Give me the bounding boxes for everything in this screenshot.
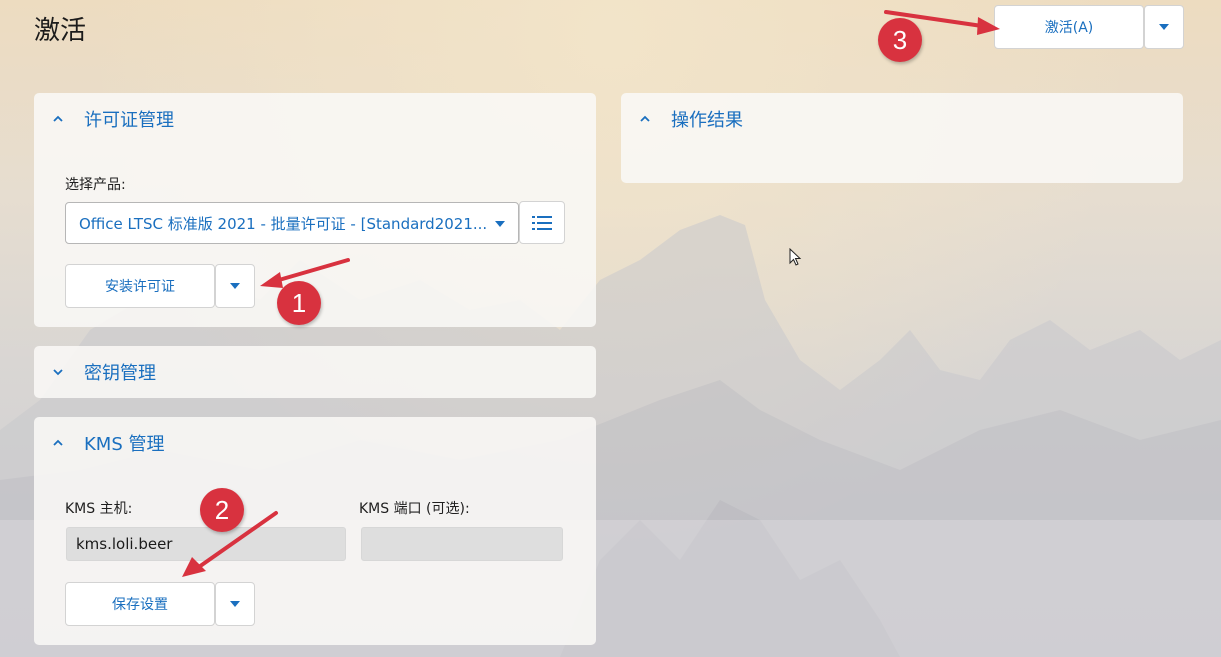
activate-button[interactable]: 激活(A) bbox=[994, 5, 1144, 49]
product-list-button[interactable] bbox=[519, 201, 565, 244]
kms-panel-title: KMS 管理 bbox=[84, 434, 165, 455]
install-license-button[interactable]: 安装许可证 bbox=[65, 264, 215, 308]
key-panel: 密钥管理 bbox=[34, 346, 596, 398]
license-panel-title: 许可证管理 bbox=[84, 110, 174, 131]
kms-host-value: kms.loli.beer bbox=[76, 535, 173, 553]
annotation-badge-2: 2 bbox=[200, 488, 244, 532]
list-icon bbox=[532, 215, 552, 230]
activate-dropdown-button[interactable] bbox=[1144, 5, 1184, 49]
chevron-down-icon bbox=[53, 369, 63, 376]
result-panel-header[interactable]: 操作结果 bbox=[621, 93, 1183, 145]
product-select-value: Office LTSC 标准版 2021 - 批量许可证 - [Standard… bbox=[79, 214, 488, 233]
annotation-badge-1: 1 bbox=[277, 281, 321, 325]
result-panel-title: 操作结果 bbox=[671, 110, 743, 131]
kms-port-label: KMS 端口 (可选): bbox=[359, 501, 470, 517]
kms-host-label: KMS 主机: bbox=[65, 501, 133, 517]
install-license-label: 安装许可证 bbox=[105, 279, 175, 295]
save-settings-dropdown-button[interactable] bbox=[215, 582, 255, 626]
key-panel-title: 密钥管理 bbox=[84, 363, 156, 384]
chevron-up-icon bbox=[53, 115, 63, 122]
kms-panel-header[interactable]: KMS 管理 bbox=[34, 417, 596, 469]
license-panel-header[interactable]: 许可证管理 bbox=[34, 93, 596, 145]
chevron-down-icon bbox=[1159, 24, 1169, 30]
chevron-down-icon bbox=[230, 601, 240, 607]
kms-panel: KMS 管理 KMS 主机: kms.loli.beer KMS 端口 (可选)… bbox=[34, 417, 596, 645]
product-select[interactable]: Office LTSC 标准版 2021 - 批量许可证 - [Standard… bbox=[65, 202, 519, 244]
chevron-up-icon bbox=[53, 439, 63, 446]
chevron-down-icon bbox=[230, 283, 240, 289]
save-settings-button[interactable]: 保存设置 bbox=[65, 582, 215, 626]
page-title: 激活 bbox=[34, 16, 87, 46]
install-license-dropdown-button[interactable] bbox=[215, 264, 255, 308]
chevron-down-icon bbox=[495, 221, 505, 227]
result-panel: 操作结果 bbox=[621, 93, 1183, 183]
activate-button-label: 激活(A) bbox=[1044, 20, 1094, 36]
annotation-badge-3: 3 bbox=[878, 18, 922, 62]
save-settings-label: 保存设置 bbox=[112, 597, 168, 613]
mouse-cursor-icon bbox=[789, 248, 802, 266]
kms-port-input[interactable] bbox=[361, 527, 563, 561]
key-panel-header[interactable]: 密钥管理 bbox=[34, 346, 596, 398]
product-label: 选择产品: bbox=[65, 177, 126, 193]
chevron-up-icon bbox=[640, 115, 650, 122]
